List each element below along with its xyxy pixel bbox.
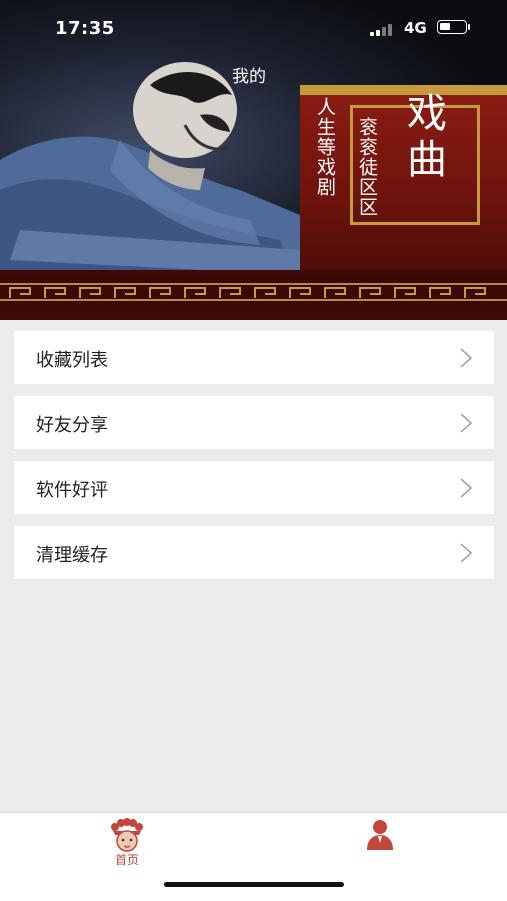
tab-bar: 首页	[0, 812, 507, 901]
battery-level	[440, 23, 450, 30]
status-time: 17:35	[55, 18, 115, 39]
page-title: 我的	[232, 67, 266, 87]
poem-line-2: 衮衮徒区区	[356, 117, 378, 217]
menu-item-label: 好友分享	[36, 415, 108, 436]
menu-item-label: 收藏列表	[36, 350, 108, 371]
menu-item-label: 清理缓存	[36, 545, 108, 566]
home-indicator	[164, 882, 344, 887]
menu-item-clear-cache[interactable]: 清理缓存	[14, 526, 494, 579]
menu-item-rate[interactable]: 软件好评	[14, 461, 494, 514]
user-icon	[367, 820, 393, 850]
chevron-right-icon	[460, 348, 473, 368]
chevron-right-icon	[460, 478, 473, 498]
header-banner: 17:35 4G 我的 人生等戏剧 衮衮徒区区 戏曲	[0, 0, 507, 320]
tab-home[interactable]: 首页	[67, 813, 187, 873]
chevron-right-icon	[460, 543, 473, 563]
tab-home-label: 首页	[114, 853, 139, 867]
menu-item-label: 软件好评	[36, 480, 108, 501]
menu-item-share[interactable]: 好友分享	[14, 396, 494, 449]
poem-line-1: 人生等戏剧	[314, 97, 336, 197]
tab-profile[interactable]	[320, 813, 440, 873]
battery-icon	[437, 20, 467, 34]
settings-menu: 收藏列表 好友分享 软件好评 清理缓存	[14, 331, 494, 591]
chevron-right-icon	[460, 413, 473, 433]
network-type: 4G	[404, 19, 427, 37]
menu-item-favorites[interactable]: 收藏列表	[14, 331, 494, 384]
opera-mask-icon	[111, 818, 143, 852]
banner-title: 戏曲	[400, 92, 446, 184]
battery-tip	[468, 24, 470, 30]
signal-icon	[370, 24, 396, 36]
stage-table	[0, 270, 507, 320]
